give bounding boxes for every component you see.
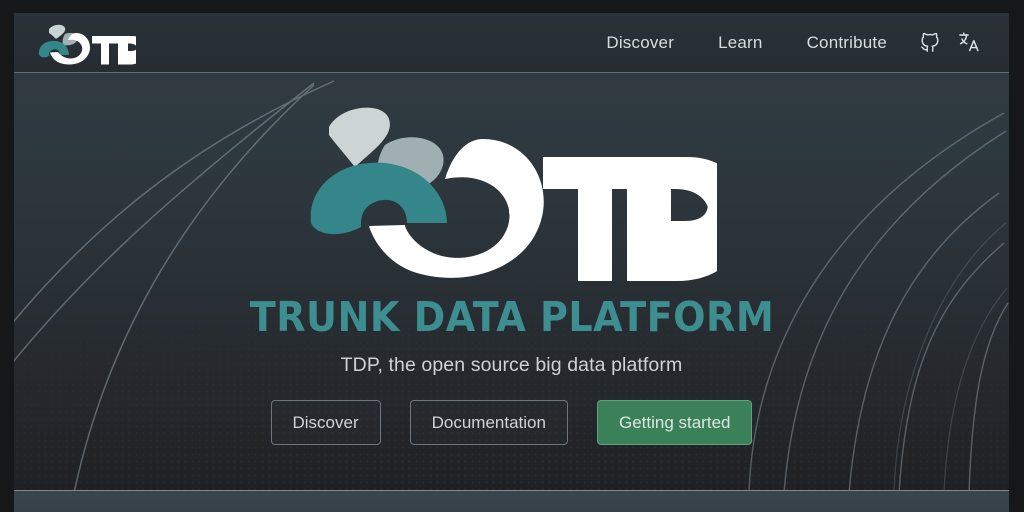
hero-title: TRUNK DATA PLATFORM xyxy=(249,297,774,338)
hero-content: TRUNK DATA PLATFORM TDP, the open source… xyxy=(14,73,1009,445)
hero-section: TRUNK DATA PLATFORM TDP, the open source… xyxy=(14,73,1009,490)
github-icon[interactable] xyxy=(913,26,947,60)
nav-item-learn[interactable]: Learn xyxy=(696,27,784,59)
tdp-elephant-logo-icon xyxy=(34,21,136,65)
translate-icon[interactable] xyxy=(951,26,985,60)
hero-discover-button[interactable]: Discover xyxy=(271,400,381,445)
brand-logo-link[interactable] xyxy=(34,21,136,65)
page-root: Discover Learn Contribute xyxy=(0,0,1024,512)
hero-getting-started-button[interactable]: Getting started xyxy=(597,400,753,445)
browser-viewport: Discover Learn Contribute xyxy=(14,13,1009,512)
hero-documentation-button[interactable]: Documentation xyxy=(410,400,568,445)
primary-navigation: Discover Learn Contribute xyxy=(584,26,985,60)
next-section-strip xyxy=(14,490,1009,512)
hero-action-buttons: Discover Documentation Getting started xyxy=(271,400,753,445)
nav-item-discover[interactable]: Discover xyxy=(584,27,696,59)
tdp-elephant-logo-large-icon xyxy=(307,95,717,285)
site-header: Discover Learn Contribute xyxy=(14,13,1009,73)
hero-subtitle: TDP, the open source big data platform xyxy=(341,354,683,377)
nav-item-contribute[interactable]: Contribute xyxy=(785,27,909,59)
